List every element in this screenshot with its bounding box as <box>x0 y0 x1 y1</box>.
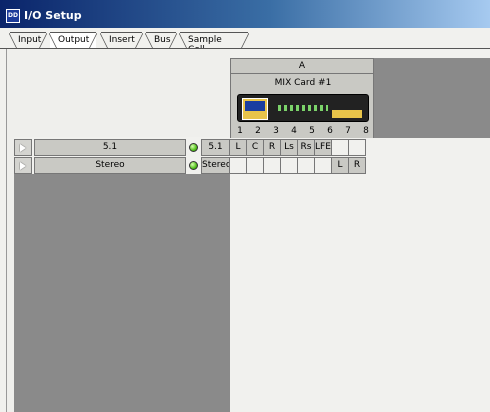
adat-bridge-device-icon <box>237 94 369 122</box>
active-led-icon[interactable] <box>189 161 198 170</box>
assignment-cell[interactable]: R <box>348 157 366 174</box>
assignment-cell[interactable] <box>331 139 349 156</box>
path-name-button[interactable]: Stereo <box>34 157 186 174</box>
assignment-cell[interactable] <box>280 157 298 174</box>
tab-sample-cell[interactable]: Sample Cell <box>179 32 249 55</box>
tab-strip: Input Output Insert Bus Sample Cell <box>0 28 490 55</box>
path-format-button[interactable]: 5.1 <box>201 139 230 156</box>
expand-triangle-icon[interactable] <box>14 139 32 156</box>
path-row-stereo: Stereo Stereo L R <box>14 157 374 174</box>
tab-insert[interactable]: Insert <box>100 32 143 49</box>
empty-card-slot <box>374 58 490 138</box>
assignment-cell[interactable] <box>348 139 366 156</box>
left-gutter <box>6 137 14 412</box>
card-name: MIX Card #1 <box>274 78 332 88</box>
active-led-icon[interactable] <box>189 143 198 152</box>
assignment-cell[interactable]: L <box>331 157 349 174</box>
channel-number: 8 <box>363 126 369 136</box>
assignment-cell[interactable]: C <box>246 139 264 156</box>
card-column-header[interactable]: A <box>230 58 374 74</box>
header-corner-area <box>6 49 230 137</box>
channel-number: 1 <box>237 126 243 136</box>
assignment-grid-area <box>230 174 490 412</box>
assignment-cell[interactable] <box>297 157 315 174</box>
channel-number: 7 <box>345 126 351 136</box>
assignment-cell[interactable]: L <box>229 139 247 156</box>
channel-number: 5 <box>309 126 315 136</box>
channel-number: 2 <box>255 126 261 136</box>
assignment-cell[interactable]: LFE <box>314 139 332 156</box>
assignment-cell[interactable] <box>229 157 247 174</box>
channel-numbers: 1 2 3 4 5 6 7 8 <box>231 126 375 138</box>
assignment-cell[interactable] <box>263 157 281 174</box>
channel-number: 4 <box>291 126 297 136</box>
expand-triangle-icon[interactable] <box>14 157 32 174</box>
assignment-cell[interactable]: R <box>263 139 281 156</box>
path-format-button[interactable]: Stereo <box>201 157 231 174</box>
path-row-5-1: 5.1 5.1 L C R Ls Rs LFE <box>14 139 374 156</box>
path-list-panel <box>14 174 230 412</box>
channel-number: 3 <box>273 126 279 136</box>
mix-card: MIX Card #1 1 2 3 4 5 6 7 8 <box>230 74 374 138</box>
app-logo-icon: DD <box>6 9 20 23</box>
window-title: I/O Setup <box>24 9 82 22</box>
tab-input[interactable]: Input <box>9 32 47 49</box>
assignment-cell[interactable]: Ls <box>280 139 298 156</box>
tab-bus[interactable]: Bus <box>145 32 177 49</box>
assignment-cell[interactable]: Rs <box>297 139 315 156</box>
title-bar[interactable]: DD I/O Setup <box>0 0 490 28</box>
assignment-cell[interactable] <box>246 157 264 174</box>
assignment-cell[interactable] <box>314 157 332 174</box>
tab-output[interactable]: Output <box>49 32 97 49</box>
channel-number: 6 <box>327 126 333 136</box>
path-name-button[interactable]: 5.1 <box>34 139 186 156</box>
